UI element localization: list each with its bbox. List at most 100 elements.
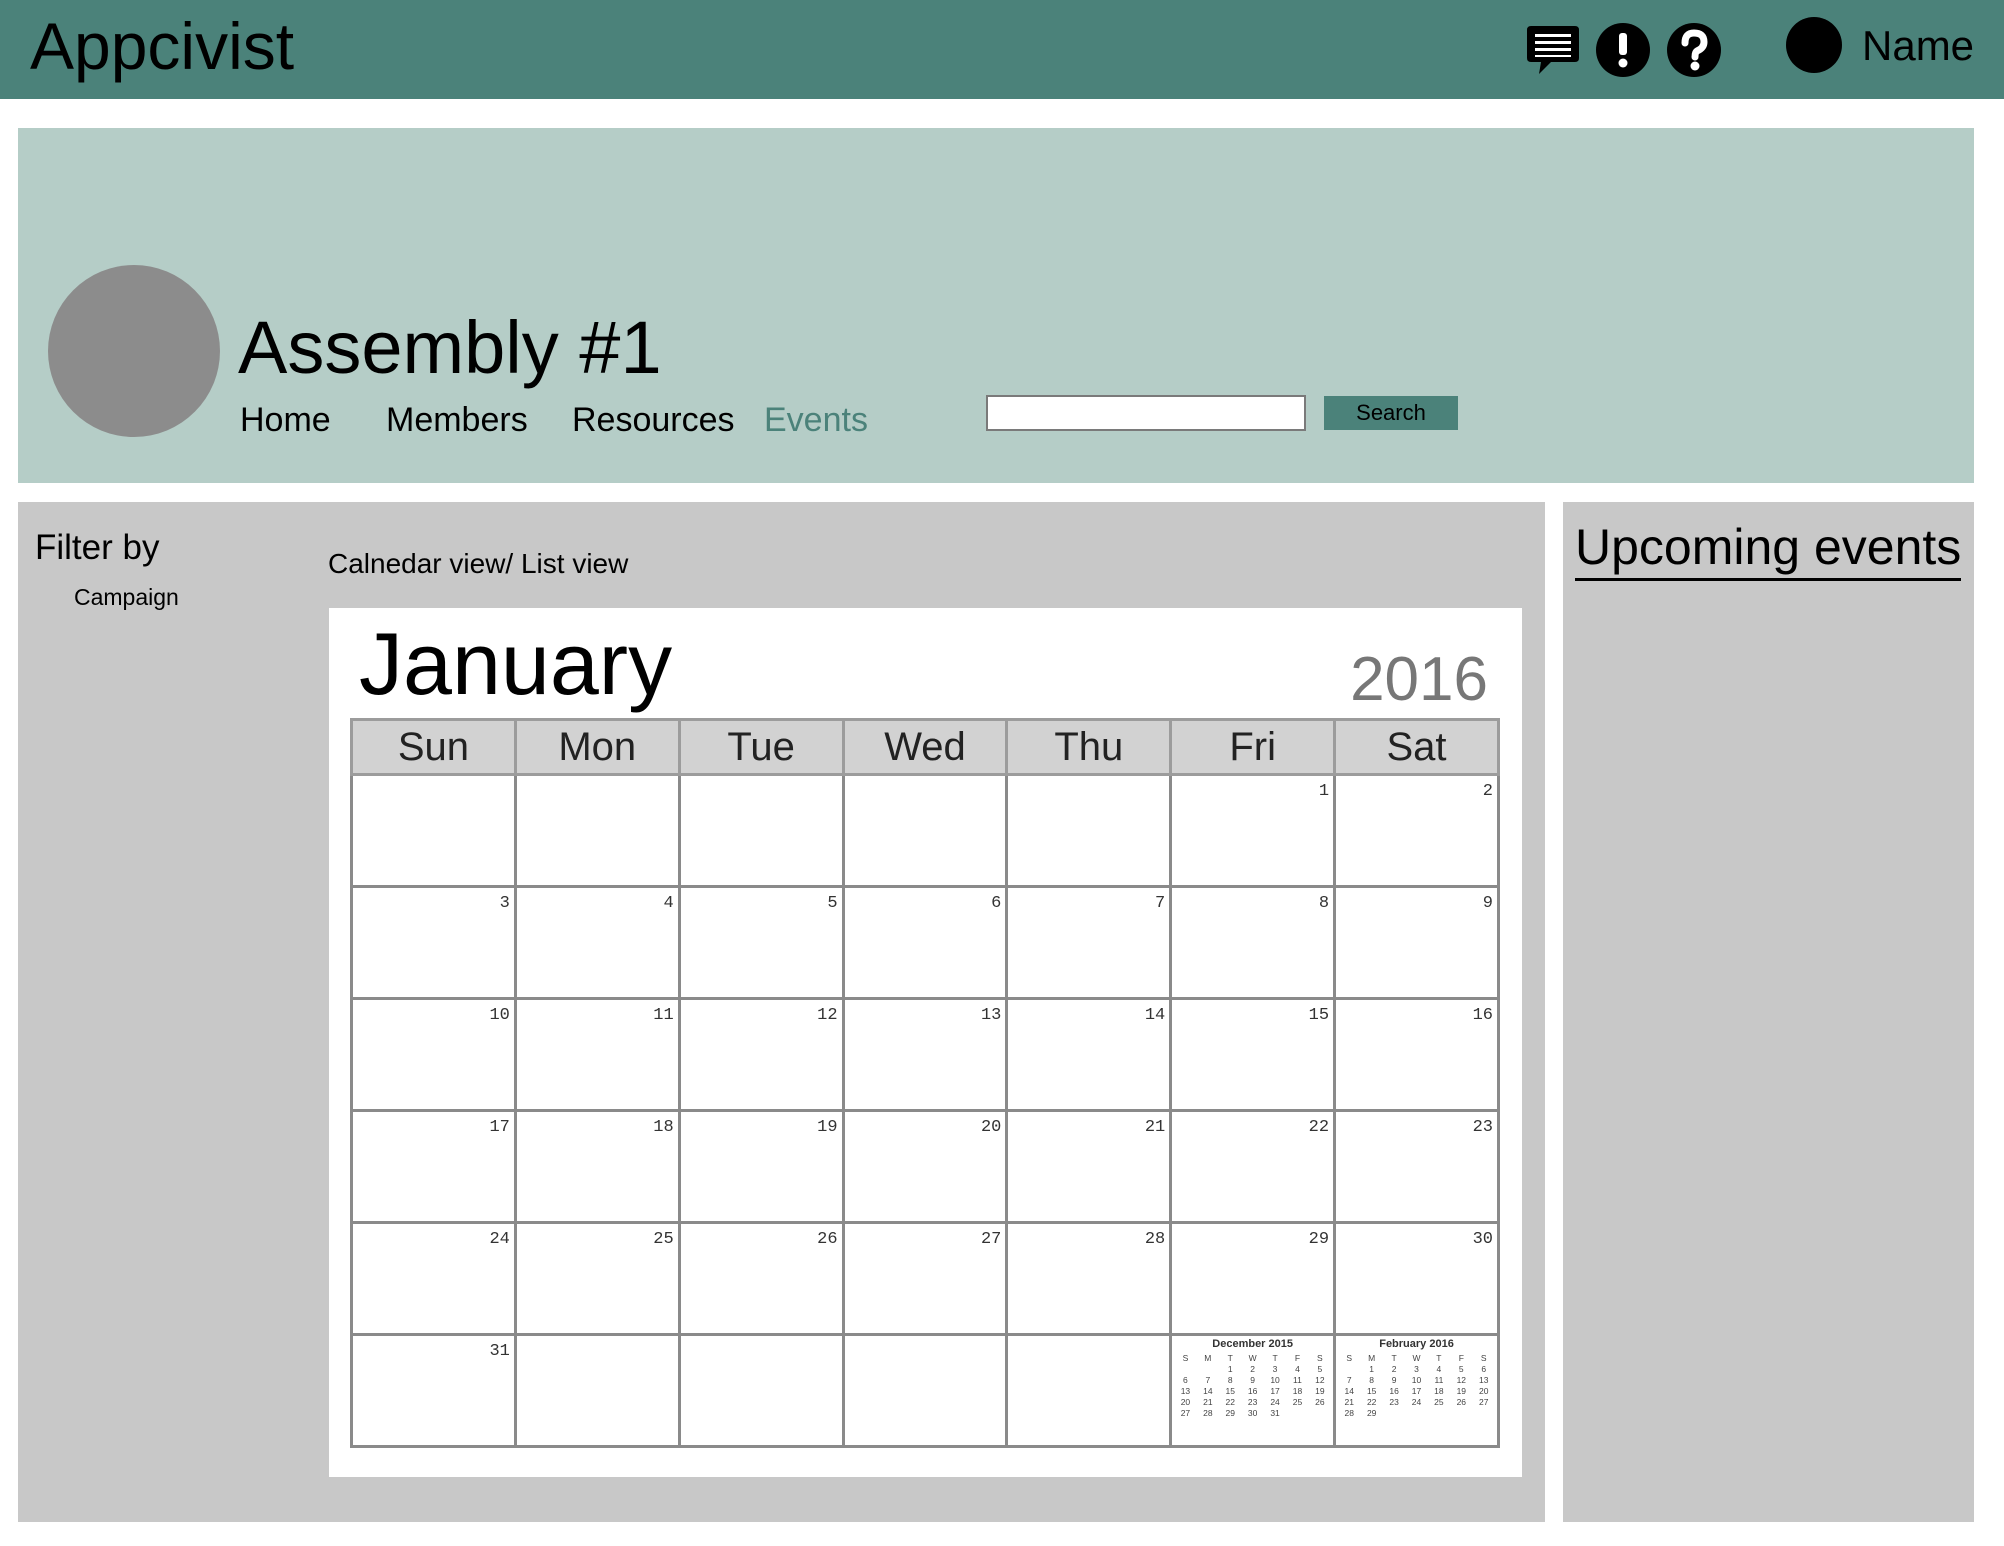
calendar-week-row: 12 — [350, 773, 1500, 888]
calendar-day[interactable] — [1005, 1333, 1173, 1448]
calendar-day[interactable]: 5 — [677, 885, 845, 1000]
calendar-day[interactable] — [350, 773, 517, 888]
calendar-day[interactable]: 26 — [677, 1221, 845, 1336]
mini-day — [1428, 1408, 1450, 1419]
calendar-day[interactable]: 13 — [841, 997, 1009, 1112]
mini-day: 9 — [1391, 1375, 1397, 1385]
user-avatar[interactable] — [1786, 17, 1842, 73]
mini-day — [1383, 1408, 1405, 1419]
calendar-day[interactable]: 21 — [1005, 1109, 1173, 1224]
mini-day: 10 — [1411, 1375, 1422, 1385]
nav-events[interactable]: Events — [764, 398, 868, 442]
calendar-day[interactable] — [513, 1333, 681, 1448]
mini-day: 9 — [1250, 1375, 1255, 1385]
calendar-day[interactable]: 7 — [1005, 885, 1173, 1000]
mini-day: 5 — [1317, 1364, 1323, 1374]
calendar-day[interactable]: 11 — [513, 997, 681, 1112]
assembly-avatar — [48, 265, 220, 437]
mini-day: 16 — [1389, 1386, 1399, 1396]
help-icon[interactable] — [1666, 22, 1722, 78]
mini-day: 13 — [1180, 1386, 1191, 1396]
mini-calendar: December 2015 S M T W T F S 1 2 3 4 5 6 7 8 9 10 11 12 13 14 1… — [1169, 1333, 1337, 1448]
mini-day: 3 — [1272, 1364, 1278, 1374]
calendar-day[interactable]: 28 — [1005, 1221, 1173, 1336]
calendar-day[interactable]: 30 — [1333, 1221, 1500, 1336]
mini-calendar-title: December 2015 — [1212, 1338, 1293, 1350]
mini-weekday: S — [1182, 1353, 1189, 1363]
calendar-day[interactable]: 31 — [350, 1333, 517, 1448]
weekday-header: Sat — [1333, 718, 1500, 776]
mini-weekday: T — [1272, 1353, 1278, 1363]
calendar-day[interactable]: 16 — [1333, 997, 1500, 1112]
calendar-week-row: 3456789 — [350, 885, 1500, 1000]
app-title[interactable]: Appcivist — [30, 6, 294, 86]
search-button[interactable]: Search — [1324, 396, 1458, 430]
calendar-day[interactable] — [841, 1333, 1009, 1448]
calendar-day[interactable] — [677, 773, 845, 888]
search-input[interactable] — [986, 395, 1306, 431]
mini-day: 4 — [1436, 1364, 1442, 1374]
chat-icon[interactable] — [1525, 22, 1581, 78]
user-name[interactable]: Name — [1862, 20, 1974, 72]
mini-day: 25 — [1292, 1397, 1303, 1407]
mini-day: 21 — [1203, 1397, 1213, 1407]
mini-day: 29 — [1366, 1408, 1377, 1418]
calendar-day[interactable]: 27 — [841, 1221, 1009, 1336]
weekday-header: Sun — [350, 718, 517, 776]
calendar-day[interactable]: 12 — [677, 997, 845, 1112]
calendar-day[interactable]: 3 — [350, 885, 517, 1000]
calendar-day[interactable]: 29 — [1169, 1221, 1337, 1336]
mini-weekday: M — [1204, 1353, 1212, 1363]
calendar-day[interactable]: 10 — [350, 997, 517, 1112]
calendar-day[interactable] — [841, 773, 1009, 888]
calendar-day[interactable]: 9 — [1333, 885, 1500, 1000]
view-toggle[interactable]: Calnedar view/ List view — [328, 546, 628, 582]
calendar-day[interactable] — [677, 1333, 845, 1448]
calendar-day[interactable]: 15 — [1169, 997, 1337, 1112]
calendar-day[interactable] — [1005, 773, 1173, 888]
mini-day: 17 — [1411, 1386, 1422, 1396]
mini-day: 29 — [1225, 1408, 1235, 1418]
calendar-day[interactable]: 20 — [841, 1109, 1009, 1224]
calendar-day[interactable] — [513, 773, 681, 888]
calendar-day[interactable]: 22 — [1169, 1109, 1337, 1224]
mini-day: 10 — [1270, 1375, 1280, 1385]
calendar-day[interactable]: 24 — [350, 1221, 517, 1336]
mini-day: 28 — [1203, 1408, 1213, 1418]
mini-day: 12 — [1456, 1375, 1467, 1385]
mini-day: 18 — [1434, 1386, 1444, 1396]
nav-resources[interactable]: Resources — [572, 398, 735, 442]
calendar-day[interactable]: 17 — [350, 1109, 517, 1224]
calendar-week-row: 17 18 19 20 21 22 23 — [350, 1109, 1500, 1224]
mini-day — [1405, 1408, 1427, 1419]
calendar-day[interactable]: 4 — [513, 885, 681, 1000]
calendar-day[interactable]: 19 — [677, 1109, 845, 1224]
calendar-day[interactable]: 18 — [513, 1109, 681, 1224]
mini-day — [1174, 1364, 1196, 1375]
calendar-day[interactable]: 1 — [1169, 773, 1337, 888]
calendar-day[interactable]: 8 — [1169, 885, 1337, 1000]
main-panel: Filter by Campaign Calnedar view/ List v… — [18, 502, 1545, 1522]
nav-home[interactable]: Home — [240, 398, 331, 442]
calendar-day[interactable]: 14 — [1005, 997, 1173, 1112]
calendar-week-row: 10 11 12 13 14 15 16 — [350, 997, 1500, 1112]
filter-campaign[interactable]: Campaign — [74, 582, 179, 612]
mini-day — [1338, 1364, 1360, 1375]
alert-icon[interactable] — [1595, 22, 1651, 78]
mini-day — [1286, 1408, 1308, 1419]
calendar-day[interactable]: 23 — [1333, 1109, 1500, 1224]
mini-weekday: T — [1227, 1353, 1233, 1363]
upcoming-events-panel: Upcoming events — [1563, 502, 1974, 1522]
nav-members[interactable]: Members — [386, 398, 528, 442]
calendar-day[interactable]: 2 — [1333, 773, 1500, 888]
mini-day: 26 — [1456, 1397, 1467, 1407]
calendar-week-row: 24 25 26 27 28 29 30 — [350, 1221, 1500, 1336]
mini-day: 8 — [1369, 1375, 1375, 1385]
mini-day: 4 — [1295, 1364, 1300, 1374]
mini-day: 19 — [1315, 1386, 1325, 1396]
mini-day: 27 — [1180, 1408, 1191, 1418]
mini-day: 24 — [1270, 1397, 1280, 1407]
calendar-day[interactable]: 25 — [513, 1221, 681, 1336]
mini-day: 1 — [1227, 1364, 1233, 1374]
calendar-day[interactable]: 6 — [841, 885, 1009, 1000]
